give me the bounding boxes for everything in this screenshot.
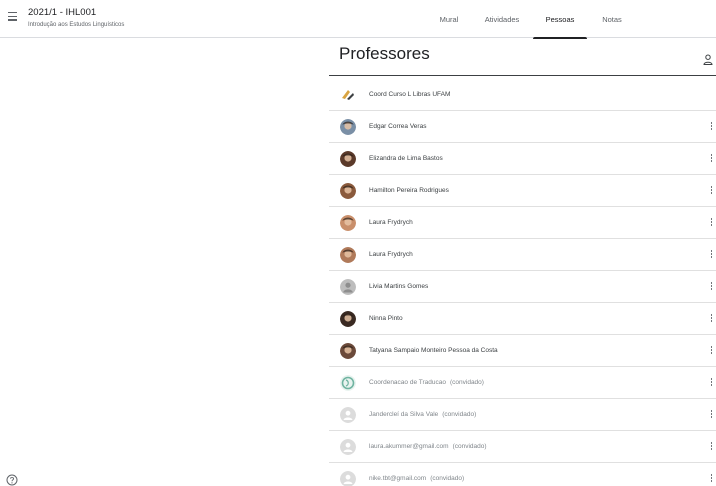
more-options-icon[interactable] <box>710 314 713 324</box>
class-subtitle: Introdução aos Estudos Linguísticos <box>28 22 125 28</box>
person-name[interactable]: Tatyana Sampaio Monteiro Pessoa da Costa <box>369 346 498 355</box>
avatar <box>340 151 356 167</box>
tab-mural[interactable]: Mural <box>430 0 468 38</box>
avatar <box>340 279 356 295</box>
person-name-text: Coord Curso L Libras UFAM <box>369 91 451 98</box>
person-name[interactable]: Laura Frydrych <box>369 250 413 259</box>
avatar <box>340 215 356 231</box>
person-name[interactable]: Laura Frydrych <box>369 218 413 227</box>
person-name-text: Hamilton Pereira Rodrigues <box>369 187 449 194</box>
avatar <box>340 375 356 391</box>
person-name[interactable]: Elizandra de Lima Bastos <box>369 154 443 163</box>
person-name[interactable]: Coord Curso L Libras UFAM <box>369 90 450 99</box>
person-name-text: Laura Frydrych <box>369 219 413 226</box>
more-options-icon[interactable] <box>710 154 713 164</box>
person-name[interactable]: Ninna Pinto <box>369 314 403 323</box>
person-name[interactable]: nike.tbt@gmail.com (convidado) <box>369 474 464 483</box>
more-options-icon[interactable] <box>710 378 713 388</box>
help-circle-icon[interactable] <box>6 474 18 486</box>
list-item[interactable]: nike.tbt@gmail.com (convidado) <box>329 463 716 486</box>
hamburger-menu-icon[interactable] <box>8 12 18 24</box>
invited-tag: (convidado) <box>449 379 484 386</box>
person-name[interactable]: Livia Martins Gomes <box>369 282 428 291</box>
list-item[interactable]: Coordenacao de Traducao (convidado) <box>329 367 716 399</box>
list-item[interactable]: Elizandra de Lima Bastos <box>329 143 716 175</box>
more-options-icon[interactable] <box>710 250 713 260</box>
add-person-icon[interactable] <box>703 54 713 66</box>
more-options-icon[interactable] <box>710 186 713 196</box>
avatar <box>340 87 356 103</box>
avatar <box>340 343 356 359</box>
avatar <box>340 119 356 135</box>
person-name-text: Laura Frydrych <box>369 251 413 258</box>
person-name-text: Elizandra de Lima Bastos <box>369 155 443 162</box>
list-item[interactable]: Livia Martins Gomes <box>329 271 716 303</box>
list-item[interactable]: Edgar Correa Veras <box>329 111 716 143</box>
avatar <box>340 471 356 486</box>
teacher-list: Coord Curso L Libras UFAM Edgar Correa Ve… <box>329 79 716 486</box>
person-name[interactable]: laura.akummer@gmail.com (convidado) <box>369 442 487 451</box>
avatar <box>340 407 356 423</box>
more-options-icon[interactable] <box>710 346 713 356</box>
person-name-text: nike.tbt@gmail.com <box>369 475 427 482</box>
tab-pessoas[interactable]: Pessoas <box>533 0 587 39</box>
list-item[interactable]: Laura Frydrych <box>329 207 716 239</box>
person-name[interactable]: Coordenacao de Traducao (convidado) <box>369 378 484 387</box>
list-item[interactable]: Laura Frydrych <box>329 239 716 271</box>
person-name-text: Coordenacao de Traducao <box>369 379 446 386</box>
invited-tag: (convidado) <box>430 475 465 482</box>
list-item[interactable]: Coord Curso L Libras UFAM <box>329 79 716 111</box>
person-name[interactable]: Edgar Correa Veras <box>369 122 426 131</box>
avatar <box>340 311 356 327</box>
person-name-text: Edgar Correa Veras <box>369 123 427 130</box>
invited-tag: (convidado) <box>452 443 487 450</box>
class-title[interactable]: 2021/1 - IHL001 <box>28 7 96 19</box>
more-options-icon[interactable] <box>710 218 713 228</box>
section-title-professores: Professores <box>339 44 430 63</box>
more-options-icon[interactable] <box>710 282 713 292</box>
list-item[interactable]: Ninna Pinto <box>329 303 716 335</box>
list-item[interactable]: Hamilton Pereira Rodrigues <box>329 175 716 207</box>
avatar <box>340 439 356 455</box>
list-item[interactable]: Tatyana Sampaio Monteiro Pessoa da Costa <box>329 335 716 367</box>
section-divider <box>329 75 716 76</box>
person-name-text: laura.akummer@gmail.com <box>369 443 449 450</box>
more-options-icon[interactable] <box>710 122 713 132</box>
person-name-text: Livia Martins Gomes <box>369 283 429 290</box>
person-name[interactable]: Jandercleí da Silva Vale (convidado) <box>369 410 476 419</box>
tab-notas[interactable]: Notas <box>592 0 632 38</box>
avatar <box>340 247 356 263</box>
person-name[interactable]: Hamilton Pereira Rodrigues <box>369 186 449 195</box>
more-options-icon[interactable] <box>710 474 713 484</box>
person-name-text: Ninna Pinto <box>369 315 403 322</box>
invited-tag: (convidado) <box>442 411 477 418</box>
list-item[interactable]: laura.akummer@gmail.com (convidado) <box>329 431 716 463</box>
more-options-icon[interactable] <box>710 410 713 420</box>
more-options-icon[interactable] <box>710 442 713 452</box>
tab-atividades[interactable]: Atividades <box>478 0 526 38</box>
avatar <box>340 183 356 199</box>
list-item[interactable]: Jandercleí da Silva Vale (convidado) <box>329 399 716 431</box>
person-name-text: Tatyana Sampaio Monteiro Pessoa da Costa <box>369 347 498 354</box>
person-name-text: Jandercleí da Silva Vale <box>369 411 439 418</box>
top-app-bar: 2021/1 - IHL001 Introdução aos Estudos L… <box>0 0 716 39</box>
